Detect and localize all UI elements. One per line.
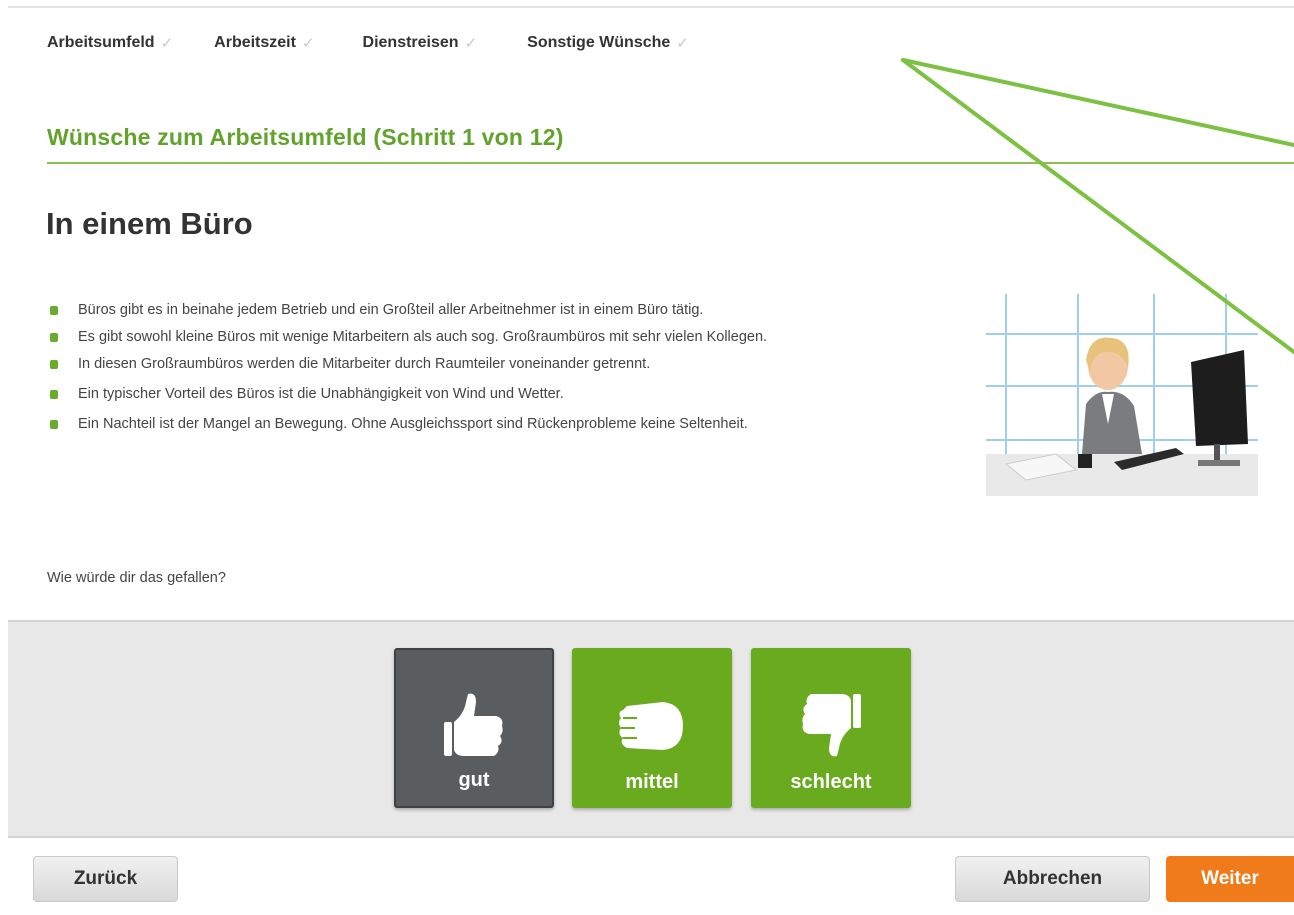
list-item: Es gibt sowohl kleine Büros mit wenige M…: [50, 327, 910, 347]
cancel-button[interactable]: Abbrechen: [955, 856, 1150, 902]
rating-gut-button[interactable]: gut: [394, 648, 554, 808]
step-dienstreisen[interactable]: Dienstreisen ✓: [363, 34, 478, 52]
step-sonstige-wuensche[interactable]: Sonstige Wünsche ✓: [527, 34, 689, 52]
step-arbeitszeit[interactable]: Arbeitszeit ✓: [214, 34, 314, 52]
section-divider: [47, 162, 1294, 164]
list-item: Büros gibt es in beinahe jedem Betrieb u…: [50, 300, 960, 320]
rating-label: mittel: [625, 771, 679, 793]
step-label: Dienstreisen: [362, 34, 459, 51]
step-label: Arbeitsumfeld: [47, 34, 155, 51]
step-label: Sonstige Wünsche: [527, 34, 671, 51]
check-icon: ✓: [301, 35, 315, 52]
fist-icon: [619, 702, 683, 750]
office-woman-photo: [986, 294, 1258, 496]
question-text: Wie würde dir das gefallen?: [47, 570, 226, 586]
thumbs-down-icon: [802, 694, 861, 757]
check-icon: ✓: [160, 35, 174, 52]
step-navigation: Arbeitsumfeld ✓ Arbeitszeit ✓ Dienstreis…: [47, 34, 729, 52]
info-list: Büros gibt es in beinahe jedem Betrieb u…: [50, 300, 1060, 444]
rating-schlecht-button[interactable]: schlecht: [751, 648, 911, 808]
next-button[interactable]: Weiter: [1166, 856, 1294, 902]
thumbs-up-icon: [444, 693, 503, 756]
section-title: Wünsche zum Arbeitsumfeld (Schritt 1 von…: [47, 124, 564, 150]
rating-label: schlecht: [790, 771, 872, 793]
step-arbeitsumfeld[interactable]: Arbeitsumfeld ✓: [47, 34, 173, 52]
page-title: In einem Büro: [46, 206, 253, 241]
check-icon: ✓: [676, 35, 689, 52]
step-label: Arbeitszeit: [214, 34, 296, 51]
back-button[interactable]: Zurück: [33, 856, 178, 902]
rating-mittel-button[interactable]: mittel: [572, 648, 732, 808]
list-item: In diesen Großraumbüros werden die Mitar…: [50, 354, 1060, 374]
list-item: Ein Nachteil ist der Mangel an Bewegung.…: [50, 414, 1060, 434]
rating-label: gut: [458, 769, 490, 791]
top-border: [8, 6, 1294, 8]
list-item: Ein typischer Vorteil des Büros ist die …: [50, 384, 1060, 404]
check-icon: ✓: [464, 35, 478, 52]
